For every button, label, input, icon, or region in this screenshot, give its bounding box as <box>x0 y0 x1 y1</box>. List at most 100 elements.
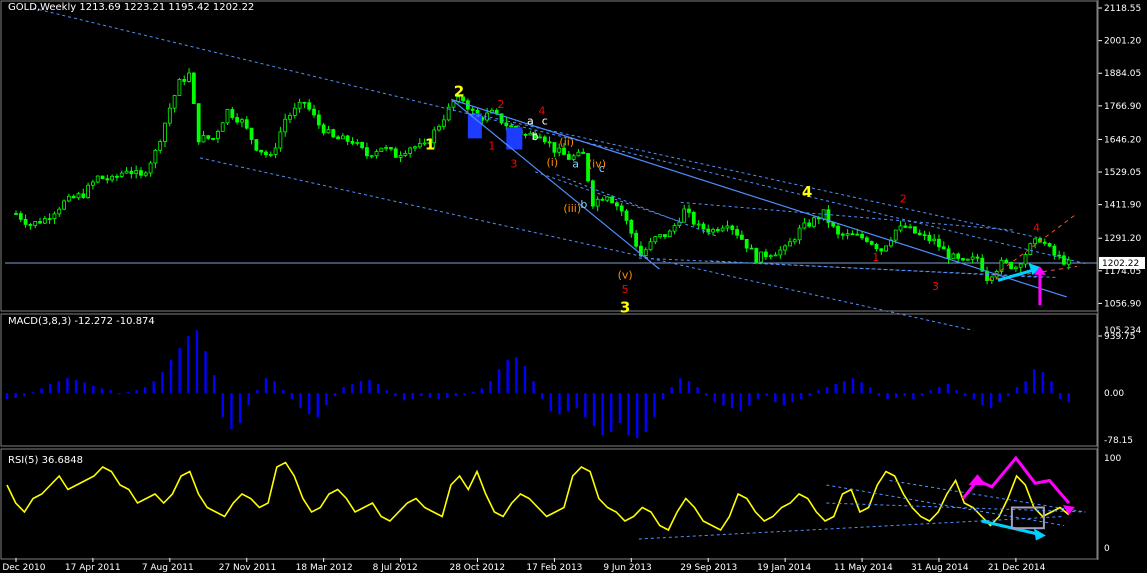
candle-body <box>1052 245 1057 256</box>
macd-bar <box>74 379 78 394</box>
candle-body <box>1057 254 1062 257</box>
macd-bar <box>860 382 863 394</box>
macd-bar <box>437 393 440 400</box>
candle-body <box>855 233 860 236</box>
macd-bar <box>998 393 1001 403</box>
macd-bar <box>282 390 285 394</box>
candle-body <box>62 200 66 210</box>
candle-body <box>1033 238 1038 245</box>
macd-bar <box>212 375 216 394</box>
candle-body <box>408 147 413 154</box>
macd-bar <box>152 381 155 394</box>
candle-body <box>1062 255 1066 265</box>
candle-body <box>735 229 739 236</box>
macd-bar <box>48 384 52 394</box>
candle-body <box>687 208 691 213</box>
rsi-zigzag-arrowhead <box>968 474 987 485</box>
macd-bar <box>446 393 449 398</box>
candle-body <box>235 117 240 123</box>
candle-body <box>893 229 898 241</box>
macd-bar <box>221 393 225 418</box>
wave-label: 1 <box>488 140 495 153</box>
candle-body <box>619 205 624 212</box>
candles <box>14 68 1071 285</box>
macd-bar <box>843 381 846 394</box>
candle-body <box>268 154 273 156</box>
macd-bar <box>109 390 112 394</box>
candle-body <box>1013 266 1018 269</box>
macd-histogram <box>5 330 1070 439</box>
candle-body <box>259 149 264 153</box>
macd-bar <box>938 387 941 394</box>
macd-bar <box>584 393 587 418</box>
macd-bar <box>989 393 993 409</box>
time-tick-label: 11 May 2014 <box>834 563 893 573</box>
candle-body <box>249 127 254 140</box>
rsi-tick-label: 0 <box>1104 544 1110 554</box>
candle-body <box>778 249 783 256</box>
candle-body <box>398 154 403 158</box>
candle-body <box>91 181 95 186</box>
candle-body <box>66 195 71 202</box>
macd-bar <box>618 393 622 424</box>
macd-bar <box>187 336 190 394</box>
macd-bar <box>903 393 906 397</box>
macd-bar <box>705 393 708 397</box>
candle-body <box>913 226 917 234</box>
candle-body <box>614 202 619 207</box>
rsi-header: RSI(5) 36.6848 <box>8 455 83 466</box>
candle-body <box>643 249 648 256</box>
candle-body <box>1066 259 1071 265</box>
candle-body <box>336 136 340 140</box>
macd-bar <box>273 381 276 394</box>
time-tick-label: 9 Jun 2013 <box>603 563 651 573</box>
wave-label: a <box>572 158 579 171</box>
candle-body <box>86 184 90 198</box>
price-tick-label: 1884.05 <box>1104 69 1141 79</box>
macd-bar <box>817 390 820 394</box>
candle-body <box>509 125 514 128</box>
time-tick-label: 17 Feb 2013 <box>526 563 582 573</box>
candle-body <box>81 193 86 198</box>
candle-body <box>172 95 177 109</box>
candle-body <box>691 211 696 225</box>
chart-window[interactable]: 2118.55 2001.20 1884.05 1766.90 1646.20 1529.… <box>0 0 1147 573</box>
candle-body <box>941 246 946 250</box>
candle-body <box>340 135 345 140</box>
macd-bar <box>1050 381 1053 394</box>
macd-bar <box>161 372 164 394</box>
wave-label: 4 <box>802 183 812 201</box>
macd-bar <box>126 391 130 394</box>
macd-bar <box>204 351 207 394</box>
candle-body <box>595 198 600 207</box>
candle-body <box>792 239 797 243</box>
macd-bar <box>635 393 639 439</box>
macd-bar <box>946 384 950 394</box>
macd-header: MACD(3,8,3) -12.272 -10.874 <box>8 316 155 327</box>
macd-bar <box>894 393 898 398</box>
chart-canvas[interactable]: 2118.55 2001.20 1884.05 1766.90 1646.20 1529.… <box>0 0 1147 573</box>
candle-body <box>831 222 836 227</box>
candle-body <box>374 151 379 157</box>
candle-body <box>937 238 941 248</box>
macd-bar <box>316 393 319 418</box>
macd-bar <box>549 393 553 412</box>
candle-body <box>148 162 153 174</box>
macd-bar <box>825 387 829 394</box>
candle-body <box>413 146 417 149</box>
channel-mid-dashed <box>471 112 1043 240</box>
time-tick-label: 7 Aug 2011 <box>142 563 194 573</box>
price-tick-label: 2118.55 <box>1104 4 1141 14</box>
candle-body <box>278 131 283 149</box>
candle-body <box>715 229 720 232</box>
candle-body <box>552 142 557 153</box>
rsi-line <box>6 461 1070 532</box>
candle-body <box>119 172 124 177</box>
candle-body <box>663 234 667 238</box>
macd-bar <box>454 393 458 397</box>
rsi-tick-label: 100 <box>1104 454 1121 464</box>
macd-bar <box>627 393 630 436</box>
candle-body <box>542 136 547 143</box>
candle-body <box>225 109 230 124</box>
candle-body <box>730 225 735 230</box>
